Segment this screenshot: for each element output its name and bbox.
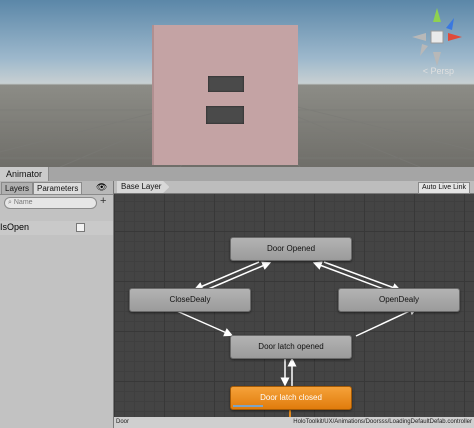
door-slot-upper bbox=[208, 76, 244, 92]
window-tab-bar: Animator bbox=[0, 167, 474, 182]
parameter-name: IsOpen bbox=[0, 222, 30, 232]
scene-view[interactable]: < Persp bbox=[0, 0, 474, 167]
transition-opendealy-to-opened[interactable] bbox=[312, 261, 390, 292]
default-state-label: Door latch closed bbox=[260, 393, 322, 402]
search-placeholder: Name bbox=[13, 199, 33, 206]
state-progress bbox=[233, 405, 263, 407]
state-graph[interactable]: Base Layer Auto Live Link Door Opened Cl… bbox=[114, 181, 474, 428]
status-controller-path: HoloToolkit/UX/Animations/Doorsss/Loadin… bbox=[293, 419, 472, 425]
animator-window: Animator Layers Parameters 👁 ⌕ Name + Is… bbox=[0, 167, 474, 428]
transition-latchopened-to-opendealy[interactable] bbox=[355, 306, 419, 337]
tab-animator[interactable]: Animator bbox=[0, 167, 50, 181]
left-panel: Layers Parameters 👁 ⌕ Name + IsOpen bbox=[0, 181, 114, 428]
transition-closedealy-to-opened[interactable] bbox=[205, 261, 272, 291]
search-input[interactable]: ⌕ Name bbox=[4, 197, 97, 209]
status-bar: Door HoloToolkit/UX/Animations/Doorsss/L… bbox=[114, 417, 474, 428]
state-opendealy[interactable]: OpenDealy bbox=[338, 288, 460, 312]
left-tabs: Layers Parameters 👁 bbox=[0, 181, 113, 195]
add-parameter-button[interactable]: + bbox=[100, 195, 106, 207]
state-door-latch-closed[interactable]: Door latch closed bbox=[230, 386, 352, 410]
state-door-opened[interactable]: Door Opened bbox=[230, 237, 352, 261]
parameter-checkbox[interactable] bbox=[76, 223, 85, 232]
eye-icon[interactable]: 👁 bbox=[96, 182, 107, 193]
status-selected-object: Door bbox=[116, 419, 130, 425]
door-panel[interactable] bbox=[152, 25, 298, 165]
transition-opened-to-closedealy[interactable] bbox=[193, 261, 260, 291]
parameter-row[interactable]: IsOpen bbox=[0, 221, 113, 235]
transition-opened-to-opendealy[interactable] bbox=[323, 261, 402, 292]
tab-layers[interactable]: Layers bbox=[1, 182, 34, 195]
persp-label[interactable]: < Persp bbox=[423, 66, 454, 76]
state-closedealy[interactable]: CloseDealy bbox=[129, 288, 251, 312]
door-slot-lower bbox=[206, 106, 244, 124]
search-icon: ⌕ bbox=[8, 199, 12, 206]
state-door-latch-opened[interactable]: Door latch opened bbox=[230, 335, 352, 359]
tab-parameters[interactable]: Parameters bbox=[33, 182, 83, 195]
